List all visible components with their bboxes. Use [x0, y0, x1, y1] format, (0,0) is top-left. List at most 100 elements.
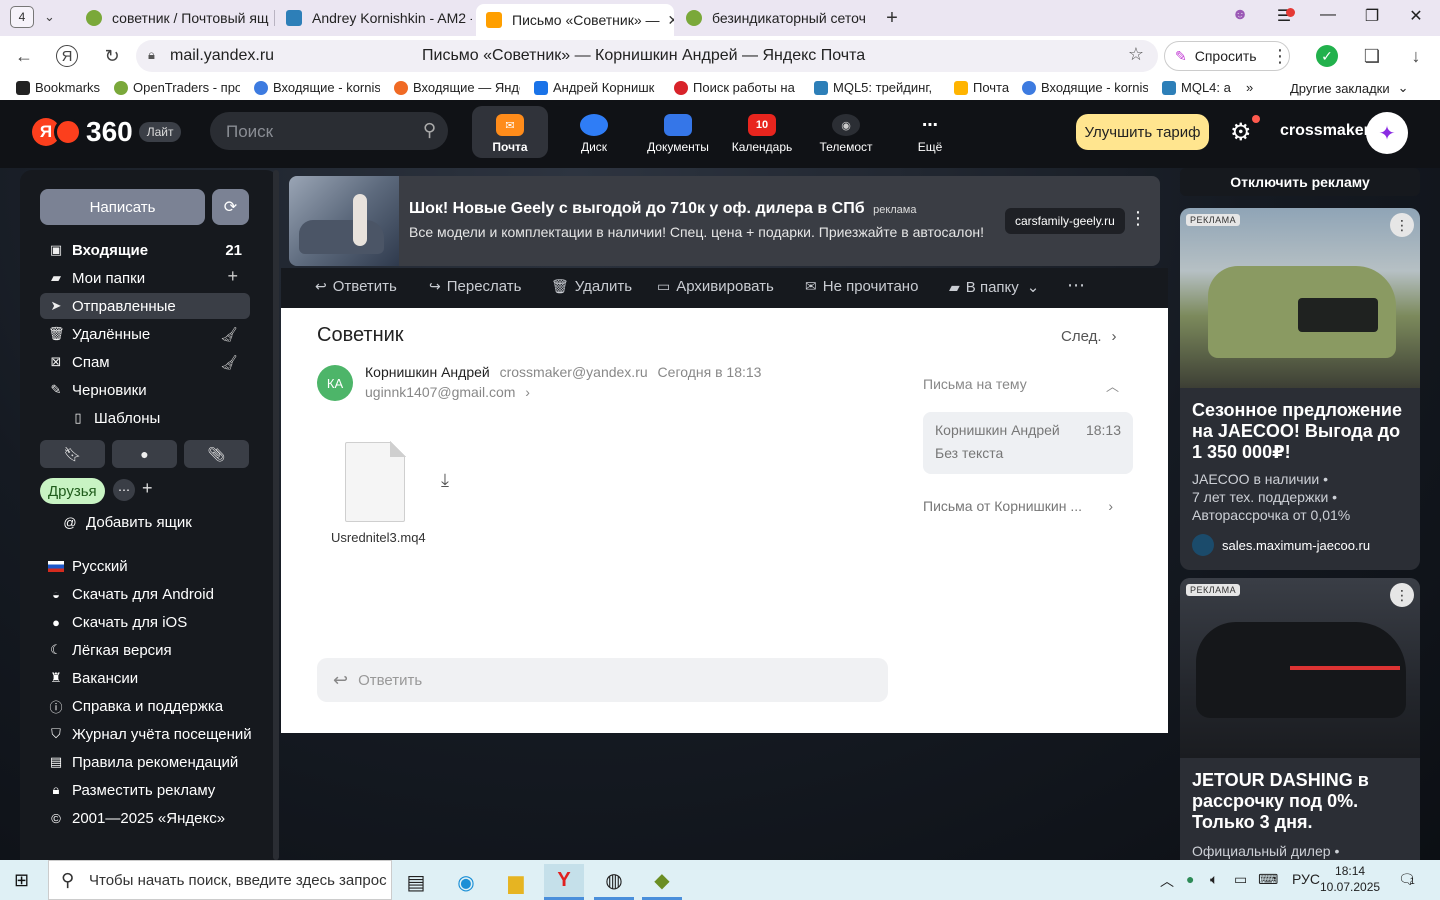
ad-domain-button[interactable]: carsfamily-geely.ru — [1005, 208, 1125, 234]
file-explorer-icon[interactable]: ▆ — [496, 864, 536, 900]
settings-gear-icon[interactable]: ⚙ — [1230, 118, 1252, 147]
bookmark-item[interactable]: Почта — [954, 80, 1009, 95]
tray-app-icon[interactable]: ● — [1186, 871, 1194, 887]
move-to-folder-button[interactable]: ▰ В папку ⌄ — [949, 278, 1039, 297]
close-tab-icon[interactable]: ✕ — [668, 12, 674, 29]
downloads-icon[interactable]: ↓ — [1404, 44, 1428, 68]
bookmark-item[interactable]: OpenTraders - про — [114, 80, 240, 95]
yandex-browser-icon[interactable]: Я — [56, 45, 78, 67]
add-label-button[interactable]: + — [142, 478, 153, 499]
close-window-icon[interactable]: ✕ — [1404, 6, 1428, 26]
folder-spam[interactable]: ⊠ Спам 🧹︎ — [40, 349, 250, 375]
new-tab-button[interactable]: + — [880, 6, 904, 30]
edge-icon[interactable]: ◉ — [446, 864, 486, 900]
tray-chevron-up-icon[interactable]: ︿ — [1160, 871, 1174, 891]
folder-my-folders[interactable]: ▰ Мои папки + — [40, 265, 250, 291]
bookmark-item[interactable]: Входящие - kornis — [1022, 80, 1148, 95]
service-documents[interactable]: Документы — [640, 106, 716, 158]
terminal-taskbar-icon[interactable]: ◆ — [642, 864, 682, 900]
bookmark-item[interactable]: Bookmarks — [16, 80, 100, 95]
username[interactable]: crossmaker — [1280, 122, 1370, 140]
tab-sovetnik-mail[interactable]: советник / Почтовый ящ — [76, 4, 272, 32]
bookmark-filter-button[interactable]: 🔖︎ — [40, 440, 105, 468]
more-menu-icon[interactable]: ⋮ — [1268, 44, 1292, 68]
bookmark-item[interactable]: MQL4: а — [1162, 80, 1232, 95]
service-more[interactable]: ⋯ Ещё — [892, 106, 968, 158]
folder-inbox[interactable]: ▣ Входящие 21 — [40, 237, 250, 263]
clean-folder-icon[interactable]: 🧹︎ — [220, 354, 238, 371]
profile-icon[interactable]: ☻ — [1228, 6, 1252, 24]
letters-from-sender-link[interactable]: Письма от Корнишкин ... › — [923, 498, 1113, 514]
bookmark-item[interactable]: Входящие - kornis — [254, 80, 380, 95]
tab-letter-sovetnik[interactable]: Письмо «Советник» — ✕ — [476, 4, 674, 36]
bookmark-item[interactable]: MQL5: трейдинг, — [814, 80, 940, 95]
restore-icon[interactable]: ❐ — [1360, 6, 1384, 26]
labels-more-button[interactable]: ⋯ — [113, 479, 135, 501]
recipient-line[interactable]: uginnk1407@gmail.com › — [365, 384, 530, 400]
mark-unread-button[interactable]: ✉ Не прочитано — [805, 278, 918, 295]
bookmark-item[interactable]: Входящие — Янде — [394, 80, 520, 95]
service-calendar[interactable]: 10 Календарь — [724, 106, 800, 158]
bookmark-item[interactable]: Поиск работы на — [674, 80, 800, 95]
language-link[interactable]: Русский — [48, 554, 128, 578]
ad-menu-icon[interactable]: ⋮ — [1129, 208, 1147, 229]
collections-icon[interactable]: ❏ — [1360, 44, 1384, 68]
quick-reply-field[interactable]: ↩ Ответить — [317, 658, 888, 702]
next-letter-button[interactable]: След. › — [1061, 328, 1117, 345]
volume-icon[interactable]: 🔈︎ — [1210, 871, 1218, 888]
delete-button[interactable]: 🗑︎ Удалить — [551, 278, 632, 295]
refresh-button[interactable]: ⟳ — [212, 189, 249, 225]
app-taskbar-icon[interactable]: ◍ — [594, 864, 634, 900]
sidebar-scrollbar[interactable] — [273, 170, 279, 860]
lite-version-link[interactable]: ☾ Лёгкая версия — [48, 638, 172, 662]
yandex-360-logo[interactable]: Я 360 Лайт — [32, 116, 182, 148]
toolbar-more-button[interactable]: ⋯ — [1067, 275, 1085, 296]
tab-count-button[interactable]: 4 — [10, 6, 34, 28]
bookmark-star-icon[interactable]: ☆ — [1128, 44, 1144, 65]
disable-ads-button[interactable]: Отключить рекламу — [1180, 168, 1420, 196]
network-icon[interactable]: ▭ — [1234, 871, 1247, 888]
ios-download-link[interactable]: ● Скачать для iOS — [48, 610, 187, 634]
ad-menu-icon[interactable]: ⋮ — [1390, 213, 1414, 237]
protect-check-icon[interactable]: ✓ — [1316, 45, 1338, 67]
search-icon[interactable]: ⚲ — [423, 120, 436, 141]
folder-sent[interactable]: ➤ Отправленные — [40, 293, 250, 319]
site-info-icon[interactable]: 🔒︎ — [148, 47, 155, 63]
notifications-icon[interactable]: 🗨︎1 — [1398, 871, 1416, 888]
sender-avatar[interactable]: КА — [317, 365, 353, 401]
taskbar-search[interactable]: ⚲ Чтобы начать поиск, введите здесь запр… — [48, 860, 392, 900]
mail-search[interactable]: Поиск ⚲ — [210, 112, 448, 150]
reload-icon[interactable]: ↻ — [100, 44, 124, 68]
reply-button[interactable]: ↩ Ответить — [315, 278, 397, 295]
compose-button[interactable]: Написать — [40, 189, 205, 225]
visit-log-link[interactable]: ⛉ Журнал учёта посещений — [48, 722, 252, 746]
omnibox[interactable]: 🔒︎ mail.yandex.ru Письмо «Советник» — Ко… — [136, 40, 1158, 72]
ad-menu-icon[interactable]: ⋮ — [1390, 583, 1414, 607]
service-telemost[interactable]: ◉ Телемост — [808, 106, 884, 158]
input-language[interactable]: РУС — [1292, 871, 1320, 887]
download-icon[interactable]: ⤓ — [441, 470, 449, 491]
attachment-name[interactable]: Usrednitel3.mq4 — [331, 530, 426, 545]
ad-card-jaecoo[interactable]: РЕКЛАМА ⋮ Сезонное предложение на JAECOO… — [1180, 208, 1420, 570]
folder-trash[interactable]: 🗑︎ Удалённые 🧹︎ — [40, 321, 250, 347]
tab-andrey-kornishkin[interactable]: Andrey Kornishkin - AM2 - — [276, 4, 472, 32]
recommendation-rules-link[interactable]: ▤ Правила рекомендаций — [48, 750, 238, 774]
label-chip-friends[interactable]: Друзья — [40, 478, 105, 504]
archive-button[interactable]: ▭ Архивировать — [657, 278, 774, 295]
keyboard-icon[interactable]: ⌨ — [1258, 871, 1278, 888]
advertise-link[interactable]: 🔒︎ Разместить рекламу — [48, 778, 216, 802]
windows-start-icon[interactable]: ⊞ — [14, 870, 29, 891]
unread-filter-button[interactable]: ● — [112, 440, 177, 468]
add-mailbox-link[interactable]: @ Добавить ящик — [62, 510, 191, 534]
user-avatar[interactable]: ✦ — [1366, 112, 1408, 154]
yandex-browser-taskbar-icon[interactable]: Y — [544, 864, 584, 900]
copyright-link[interactable]: © 2001—2025 «Яндекс» — [48, 806, 225, 830]
top-ad-banner[interactable]: Шок! Новые Geely с выгодой до 710к у оф.… — [289, 176, 1160, 266]
attachment-file[interactable] — [345, 441, 406, 522]
bookmarks-overflow-button[interactable]: » — [1246, 80, 1253, 95]
service-mail[interactable]: ✉ Почта — [472, 106, 548, 158]
back-icon[interactable]: ← — [12, 44, 36, 68]
taskbar-clock[interactable]: 18:14 10.07.2025 — [1320, 863, 1380, 895]
thread-item[interactable]: Корнишкин Андрей 18:13 Без текста — [923, 412, 1133, 474]
minimize-icon[interactable]: — — [1316, 6, 1340, 24]
